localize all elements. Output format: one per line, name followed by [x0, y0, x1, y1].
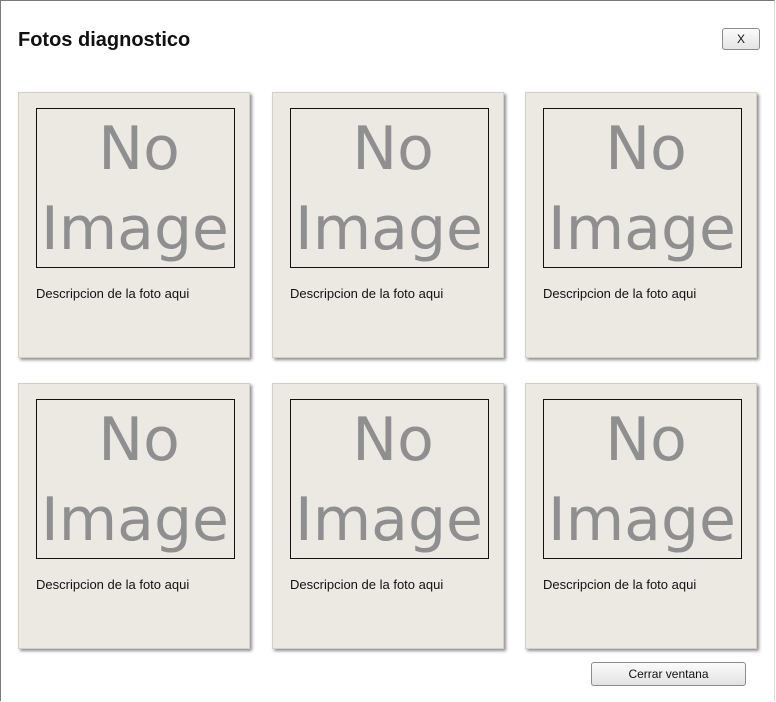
photo-placeholder[interactable]: No Image: [290, 399, 489, 559]
photo-caption: Descripcion de la foto aqui: [290, 286, 444, 301]
no-image-text-line2: Image: [41, 194, 229, 264]
no-image-text-line1: No: [98, 405, 180, 475]
photo-card: No Image Descripcion de la foto aqui: [272, 92, 504, 358]
photo-placeholder[interactable]: No Image: [290, 108, 489, 268]
photo-placeholder[interactable]: No Image: [543, 108, 742, 268]
photo-caption: Descripcion de la foto aqui: [36, 286, 190, 301]
close-button[interactable]: X: [722, 28, 760, 50]
no-image-text-line2: Image: [41, 485, 229, 555]
no-image-text-line2: Image: [548, 194, 736, 264]
no-image-text-line1: No: [605, 114, 687, 184]
photo-card: No Image Descripcion de la foto aqui: [525, 383, 757, 649]
dialog-title: Fotos diagnostico: [18, 29, 191, 51]
photo-card: No Image Descripcion de la foto aqui: [272, 383, 504, 649]
no-image-text-line2: Image: [295, 485, 483, 555]
photo-caption: Descripcion de la foto aqui: [290, 577, 444, 592]
no-image-text-line1: No: [352, 405, 434, 475]
photo-placeholder[interactable]: No Image: [36, 399, 235, 559]
photo-caption: Descripcion de la foto aqui: [543, 286, 697, 301]
no-image-text-line1: No: [352, 114, 434, 184]
no-image-text-line2: Image: [295, 194, 483, 264]
photo-card: No Image Descripcion de la foto aqui: [18, 92, 250, 358]
close-window-button[interactable]: Cerrar ventana: [591, 662, 746, 686]
no-image-text-line1: No: [605, 405, 687, 475]
photo-caption: Descripcion de la foto aqui: [543, 577, 697, 592]
no-image-text-line2: Image: [548, 485, 736, 555]
photo-caption: Descripcion de la foto aqui: [36, 577, 190, 592]
photo-placeholder[interactable]: No Image: [36, 108, 235, 268]
photo-placeholder[interactable]: No Image: [543, 399, 742, 559]
no-image-text-line1: No: [98, 114, 180, 184]
photo-card: No Image Descripcion de la foto aqui: [525, 92, 757, 358]
photo-card: No Image Descripcion de la foto aqui: [18, 383, 250, 649]
photos-dialog: Fotos diagnostico X No Image Descripcion…: [0, 0, 775, 701]
